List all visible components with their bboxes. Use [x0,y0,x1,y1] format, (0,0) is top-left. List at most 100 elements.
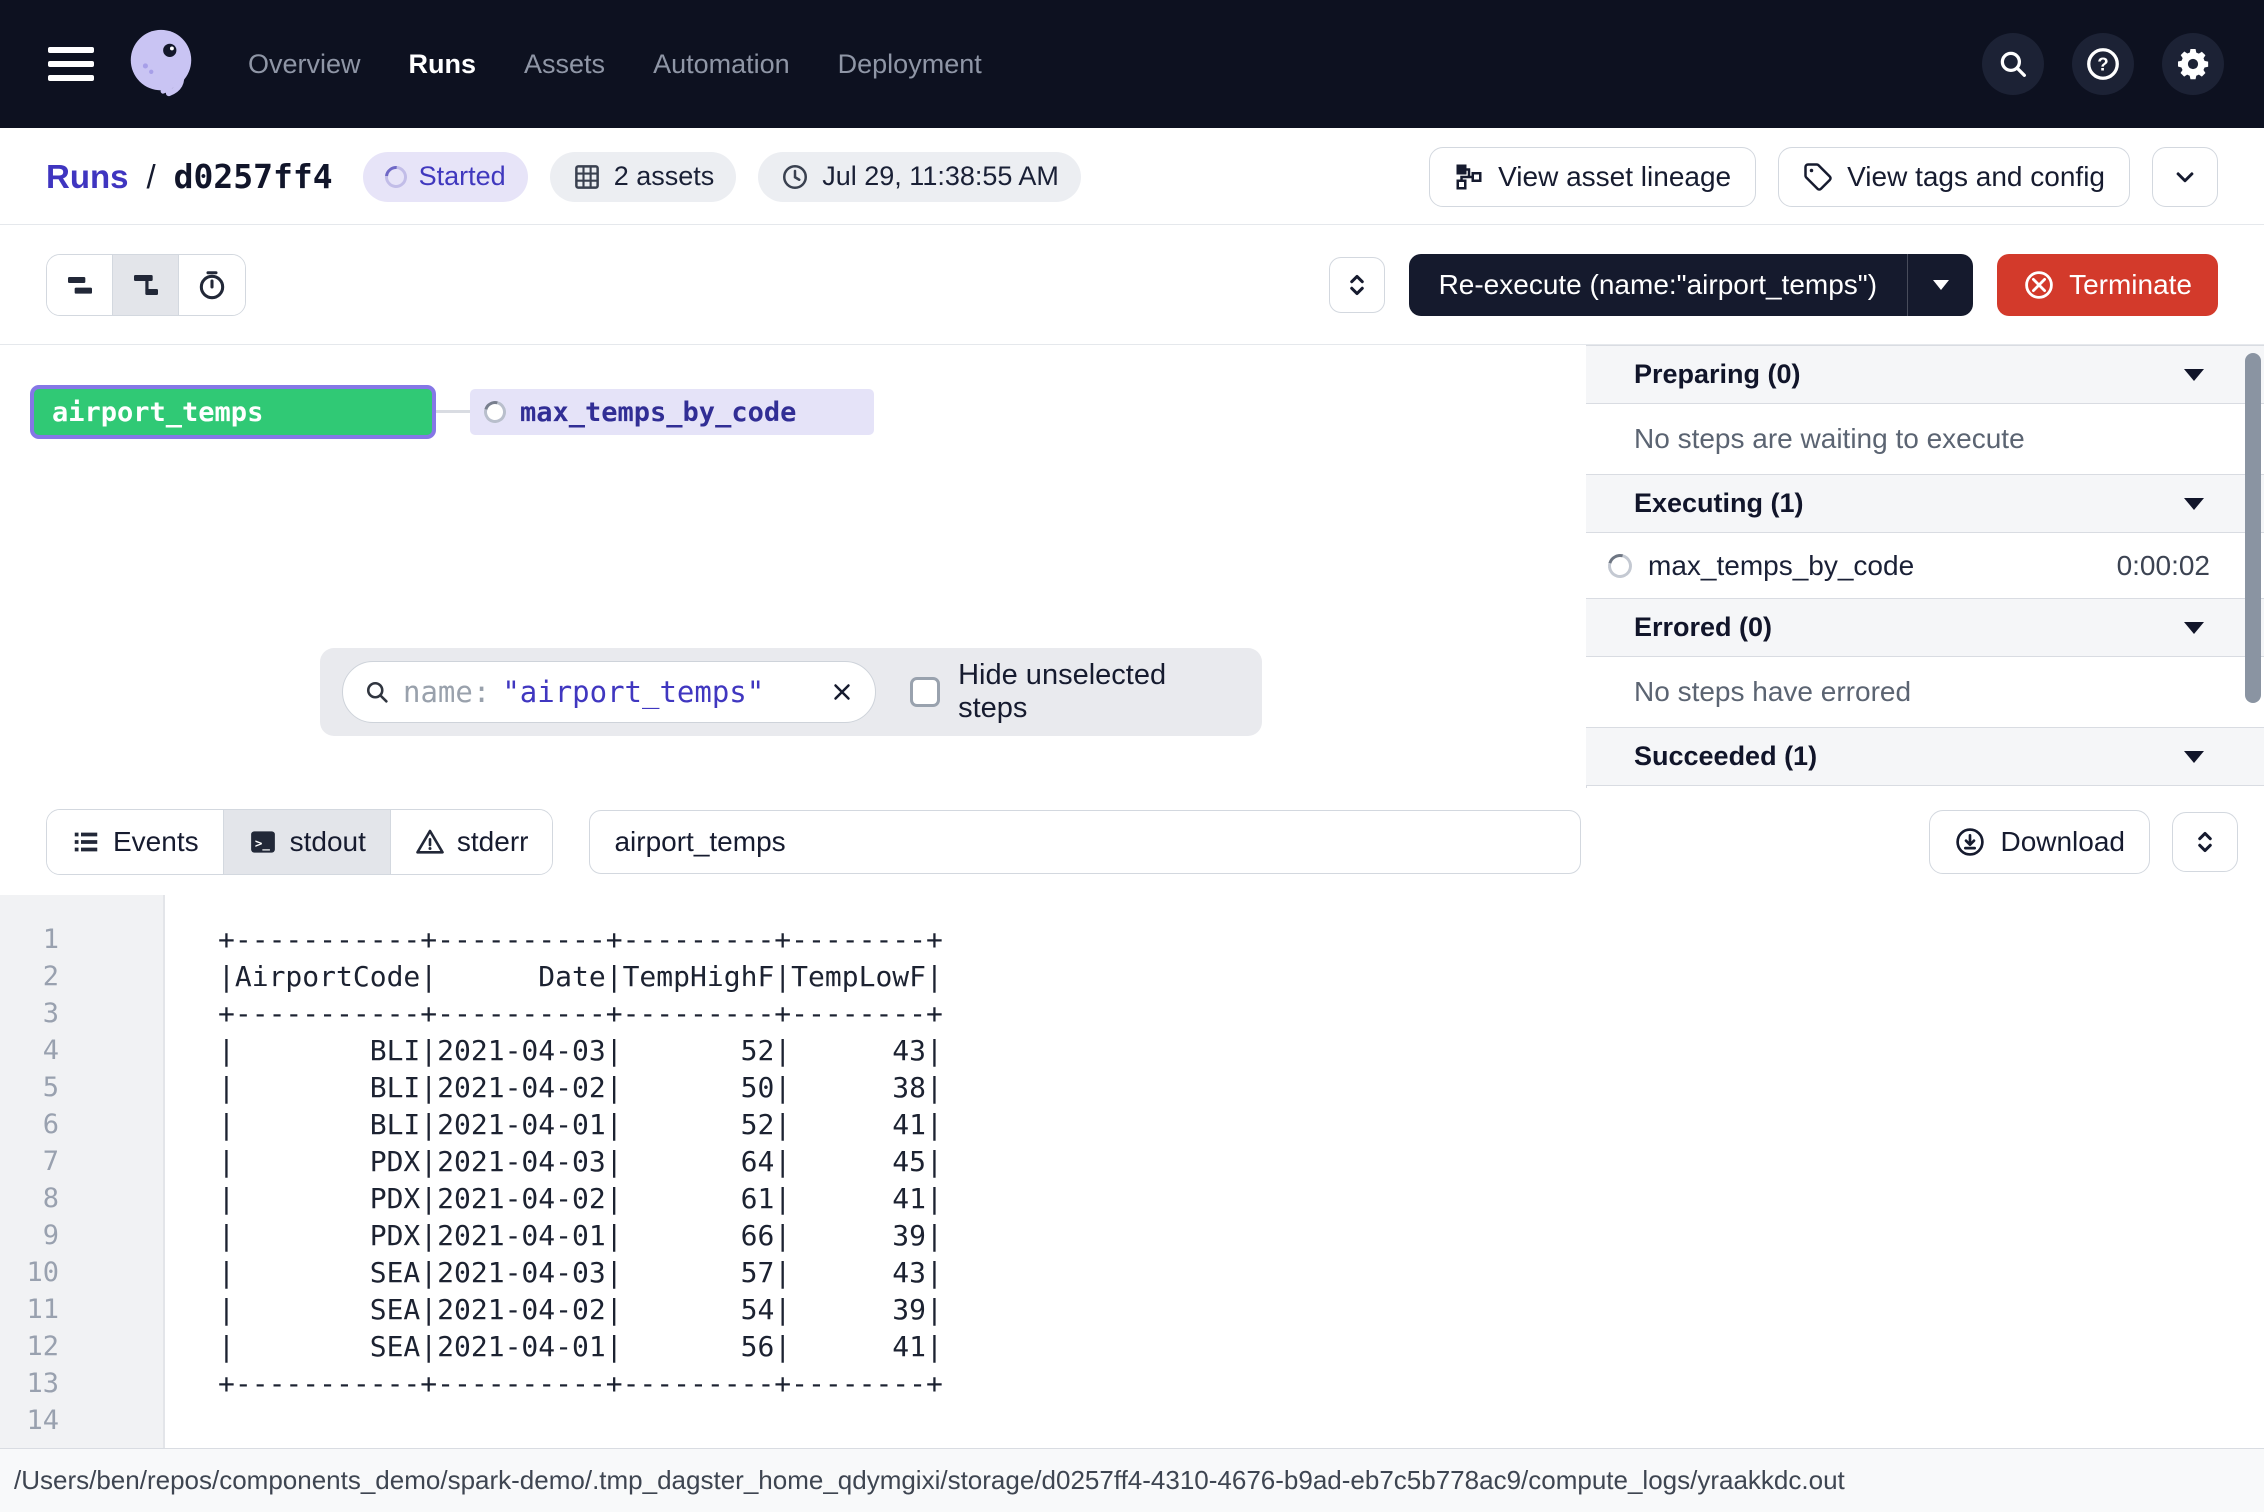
hamburger-menu-icon[interactable] [48,47,94,81]
filter-query-value: "airport_temps" [502,675,764,709]
run-main: airport_temps max_temps_by_code name: "a… [0,345,2264,788]
log-line: 3+-----------+----------+---------+-----… [0,995,2264,1032]
assets-badge[interactable]: 2 assets [550,152,737,202]
step-filter-bar: name: "airport_temps" Hide unselected st… [320,648,1262,736]
collapse-triangle-icon [2184,622,2204,634]
view-toggle-waterfall[interactable] [113,255,179,315]
expand-vertical-icon [1343,271,1371,299]
gantt-flat-icon [64,269,96,301]
svg-text:>_: >_ [254,835,270,851]
breadcrumb-runs-link[interactable]: Runs [46,158,129,196]
section-errored[interactable]: Errored (0) [1586,598,2264,657]
step-filter-input[interactable]: name: "airport_temps" [342,661,876,723]
expand-vertical-icon [2191,828,2219,856]
nav-item-runs[interactable]: Runs [409,49,477,80]
run-toolbar: Re-execute (name:"airport_temps") Termin… [0,225,2264,345]
graph-edge [436,410,470,413]
terminate-button[interactable]: Terminate [1997,254,2218,316]
errored-empty-text: No steps have errored [1586,657,2264,727]
nav-item-deployment[interactable]: Deployment [838,49,982,80]
help-button[interactable]: ? [2072,33,2134,95]
log-file-path: /Users/ben/repos/components_demo/spark-d… [14,1465,1845,1496]
help-icon: ? [2085,46,2121,82]
collapse-triangle-icon [2184,751,2204,763]
tab-stdout[interactable]: >_ stdout [224,810,391,874]
collapse-triangle-icon [2184,498,2204,510]
search-icon [1996,47,2030,81]
status-badge: Started [363,152,528,202]
dagster-logo[interactable] [122,25,200,103]
log-expand-button[interactable] [2172,812,2238,872]
settings-button[interactable] [2162,33,2224,95]
nav-item-overview[interactable]: Overview [248,49,361,80]
log-line: 2|AirportCode| Date|TempHighF|TempLowF| [0,958,2264,995]
hide-unselected-label: Hide unselected steps [958,659,1240,725]
graph-node-max-temps-by-code[interactable]: max_temps_by_code [470,389,874,435]
app-root: Overview Runs Assets Automation Deployme… [0,0,2264,1512]
reexecute-split-button: Re-execute (name:"airport_temps") [1409,254,1974,316]
warning-icon [415,827,445,857]
svg-text:?: ? [2097,54,2108,75]
log-line: 14 [0,1402,2264,1439]
log-step-filter-input[interactable] [589,810,1581,874]
run-badges: Started 2 assets Jul 29, 11:38:55 AM [363,152,1081,202]
gear-icon [2175,46,2211,82]
log-tabs: Events >_ stdout stderr [46,809,553,875]
log-toolbar-actions: Download [1929,810,2238,874]
top-nav: Overview Runs Assets Automation Deployme… [0,0,2264,128]
log-toolbar: Events >_ stdout stderr Download [0,788,2264,895]
steps-panel: Preparing (0) No steps are waiting to ex… [1586,345,2264,788]
grid-icon [572,162,602,192]
chevron-down-icon [2170,162,2200,192]
log-line: 5| BLI|2021-04-02| 50| 38| [0,1069,2264,1106]
search-button[interactable] [1982,33,2044,95]
nav-actions: ? [1982,33,2224,95]
header-more-button[interactable] [2152,147,2218,207]
spinner-icon [480,397,510,427]
log-line: 1+-----------+----------+---------+-----… [0,921,2264,958]
download-icon [1954,826,1986,858]
executing-step-row[interactable]: max_temps_by_code 0:00:02 [1586,533,2264,598]
clear-filter-button[interactable] [829,679,855,705]
nav-item-assets[interactable]: Assets [524,49,605,80]
zoom-fit-button[interactable] [1329,257,1385,313]
view-toggle-timer[interactable] [179,255,245,315]
view-toggle-list[interactable] [47,255,113,315]
section-succeeded[interactable]: Succeeded (1) [1586,727,2264,786]
log-path-footer: /Users/ben/repos/components_demo/spark-d… [0,1448,2264,1512]
view-tags-config-button[interactable]: View tags and config [1778,147,2130,207]
section-executing[interactable]: Executing (1) [1586,474,2264,533]
gantt-waterfall-icon [130,269,162,301]
collapse-triangle-icon [2184,369,2204,381]
download-button[interactable]: Download [1929,810,2150,874]
view-asset-lineage-button[interactable]: View asset lineage [1429,147,1756,207]
log-line: 8| PDX|2021-04-02| 61| 41| [0,1180,2264,1217]
timestamp-badge: Jul 29, 11:38:55 AM [758,152,1081,202]
search-icon [363,678,391,706]
execution-graph: airport_temps max_temps_by_code name: "a… [0,345,1586,788]
nav-item-automation[interactable]: Automation [653,49,790,80]
log-line: 12| SEA|2021-04-01| 56| 41| [0,1328,2264,1365]
tab-stderr[interactable]: stderr [391,810,553,874]
hide-unselected-checkbox[interactable] [910,677,940,707]
steps-panel-scrollbar[interactable] [2245,353,2261,703]
filter-query-prefix: name: [403,675,490,709]
reexecute-button[interactable]: Re-execute (name:"airport_temps") [1409,254,1908,316]
spinner-icon [380,161,411,192]
log-line: 11| SEA|2021-04-02| 54| 39| [0,1291,2264,1328]
clock-icon [780,162,810,192]
log-line: 13+-----------+----------+---------+----… [0,1365,2264,1402]
tag-icon [1803,162,1833,192]
log-line: 10| SEA|2021-04-03| 57| 43| [0,1254,2264,1291]
hide-unselected-steps: Hide unselected steps [910,659,1240,725]
log-line: 4| BLI|2021-04-03| 52| 43| [0,1032,2264,1069]
reexecute-dropdown-button[interactable] [1907,254,1973,316]
tab-events[interactable]: Events [47,810,224,874]
graph-node-airport-temps[interactable]: airport_temps [30,385,436,439]
spinner-icon [1604,549,1637,582]
breadcrumb: Runs / d0257ff4 [46,157,333,196]
run-id: d0257ff4 [174,157,333,196]
log-line: 7| PDX|2021-04-03| 64| 45| [0,1143,2264,1180]
section-preparing[interactable]: Preparing (0) [1586,345,2264,404]
nav-links: Overview Runs Assets Automation Deployme… [248,49,982,80]
